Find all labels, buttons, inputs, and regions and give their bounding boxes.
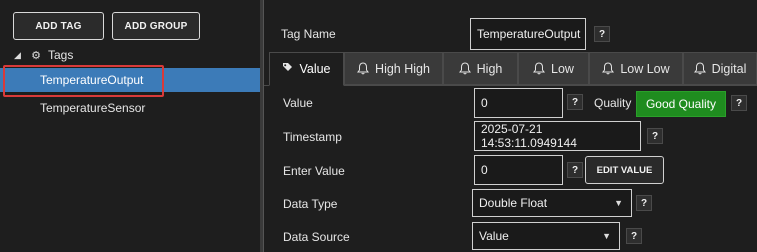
tab-value[interactable]: Value — [269, 52, 344, 86]
tree-root-label: Tags — [48, 48, 74, 62]
tab-digital[interactable]: Digital — [683, 52, 757, 85]
value-label: Value — [283, 96, 313, 110]
data-source-label: Data Source — [283, 230, 350, 244]
enter-value-label: Enter Value — [283, 164, 345, 178]
value-help-button[interactable]: ? — [567, 94, 583, 110]
data-source-help-button[interactable]: ? — [626, 228, 642, 244]
timestamp-field[interactable]: 2025-07-21 14:53:11.0949144 — [474, 121, 641, 151]
tree-item-label: TemperatureSensor — [40, 101, 146, 115]
tree-item-temperatureoutput[interactable]: TemperatureOutput — [0, 68, 260, 92]
data-type-value: Double Float — [479, 196, 548, 210]
data-source-value: Value — [479, 229, 509, 243]
dropdown-arrow-icon: ▼ — [614, 198, 623, 208]
tree-item-temperaturesensor[interactable]: TemperatureSensor — [0, 96, 260, 120]
data-type-select[interactable]: Double Float ▼ — [472, 189, 632, 217]
tab-label: High High — [375, 61, 430, 76]
dropdown-arrow-icon: ▼ — [602, 231, 611, 241]
tab-low-low[interactable]: Low Low — [589, 52, 683, 85]
timestamp-help-button[interactable]: ? — [647, 128, 663, 144]
bell-icon — [357, 62, 370, 75]
tag-icon — [282, 62, 293, 76]
value-field[interactable]: 0 — [474, 88, 563, 118]
add-group-button[interactable]: ADD GROUP — [112, 12, 200, 40]
data-type-help-button[interactable]: ? — [636, 195, 652, 211]
expand-arrow-icon[interactable]: ◢ — [14, 50, 24, 61]
data-type-label: Data Type — [283, 197, 338, 211]
bell-icon — [693, 62, 706, 75]
gear-icon: ⚙ — [31, 49, 41, 62]
edit-value-button[interactable]: EDIT VALUE — [585, 156, 664, 184]
tab-label: Low — [551, 61, 574, 76]
alarm-tabs: Value High High High Low Low Low Digital — [269, 52, 757, 86]
data-source-select[interactable]: Value ▼ — [472, 222, 620, 250]
enter-value-help-button[interactable]: ? — [567, 162, 583, 178]
tag-tree-panel: ADD TAG ADD GROUP ◢ ⚙ Tags TemperatureOu… — [0, 0, 260, 252]
tag-name-field[interactable]: TemperatureOutput — [470, 18, 586, 50]
tag-name-label: Tag Name — [281, 27, 336, 41]
quality-help-button[interactable]: ? — [731, 95, 747, 111]
bell-icon — [458, 62, 471, 75]
enter-value-input[interactable]: 0 — [474, 155, 563, 185]
add-tag-button[interactable]: ADD TAG — [13, 12, 104, 40]
bell-icon — [602, 62, 615, 75]
tree-root-tags[interactable]: ◢ ⚙ Tags — [14, 46, 73, 64]
bell-icon — [533, 62, 546, 75]
tab-label: Value — [299, 62, 331, 76]
tab-high[interactable]: High — [443, 52, 518, 85]
quality-label: Quality — [594, 96, 632, 110]
tab-label: Low Low — [620, 61, 670, 76]
quality-status-badge: Good Quality — [636, 91, 726, 117]
tab-label: High — [476, 61, 503, 76]
timestamp-label: Timestamp — [283, 130, 342, 144]
tab-label: Digital — [711, 61, 747, 76]
tab-low[interactable]: Low — [518, 52, 589, 85]
tab-high-high[interactable]: High High — [344, 52, 443, 85]
tree-item-label: TemperatureOutput — [40, 73, 144, 87]
tag-name-help-button[interactable]: ? — [594, 26, 610, 42]
